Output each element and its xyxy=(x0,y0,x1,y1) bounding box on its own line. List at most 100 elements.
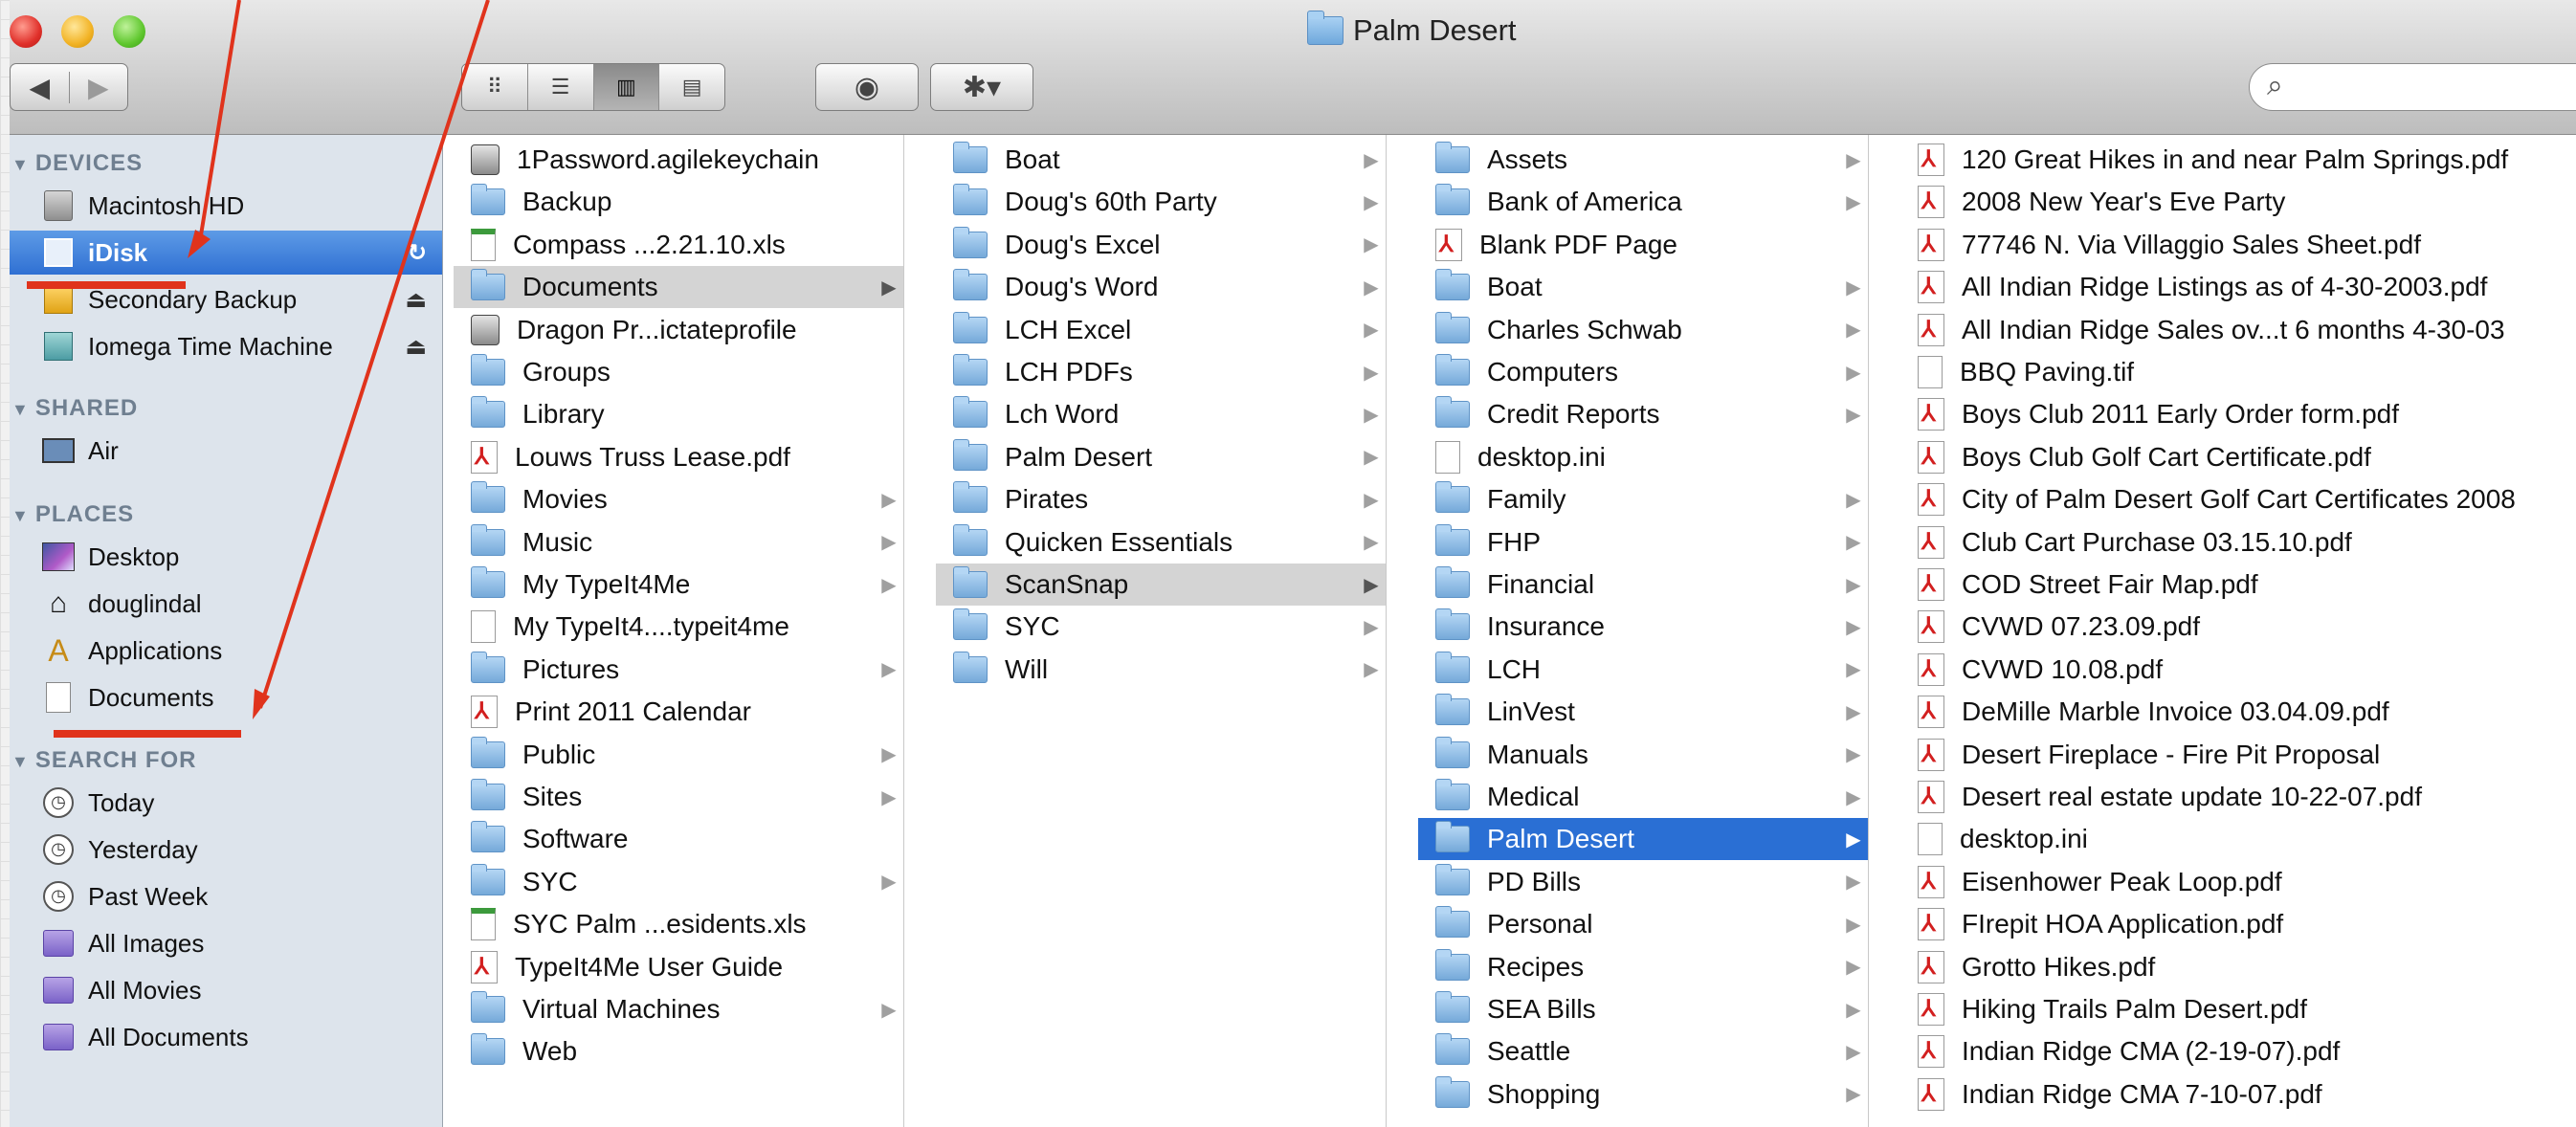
list-item[interactable]: ScanSnap ▶ xyxy=(936,564,1386,606)
list-item[interactable]: LCH ▶ xyxy=(1418,649,1868,691)
list-view-button[interactable]: ☰ xyxy=(526,64,593,110)
list-item[interactable]: Groups xyxy=(454,351,903,393)
list-item[interactable]: Grotto Hikes.pdf xyxy=(1900,946,2576,988)
list-item[interactable]: SYC ▶ xyxy=(936,606,1386,648)
list-item[interactable]: Credit Reports ▶ xyxy=(1418,393,1868,435)
list-item[interactable]: 120 Great Hikes in and near Palm Springs… xyxy=(1900,139,2576,181)
search-field[interactable]: ⌕ xyxy=(2249,63,2576,111)
sidebar-item-douglindal[interactable]: ⌂ douglindal xyxy=(10,582,442,626)
close-window-button[interactable] xyxy=(10,15,42,48)
list-item[interactable]: Doug's Excel ▶ xyxy=(936,224,1386,266)
sidebar-item-air[interactable]: Air xyxy=(10,429,442,473)
list-item[interactable]: LCH Excel ▶ xyxy=(936,309,1386,351)
list-item[interactable]: Pictures ▶ xyxy=(454,649,903,691)
list-item[interactable]: Recipes ▶ xyxy=(1418,946,1868,988)
list-item[interactable]: All Indian Ridge Listings as of 4-30-200… xyxy=(1900,266,2576,308)
list-item[interactable]: Sites ▶ xyxy=(454,776,903,818)
list-item[interactable]: My TypeIt4....typeit4me xyxy=(454,606,903,648)
list-item[interactable]: FIrepit HOA Application.pdf xyxy=(1900,903,2576,945)
list-item[interactable]: BBQ Paving.tif xyxy=(1900,351,2576,393)
list-item[interactable]: Public ▶ xyxy=(454,734,903,776)
sidebar-devices-header[interactable]: ▼ DEVICES xyxy=(11,150,143,177)
eject-icon[interactable]: ⏏ xyxy=(405,333,427,361)
list-item[interactable]: Personal ▶ xyxy=(1418,903,1868,945)
list-item[interactable]: Indian Ridge CMA 7-10-07.pdf xyxy=(1900,1073,2576,1116)
list-item[interactable]: Hiking Trails Palm Desert.pdf xyxy=(1900,988,2576,1030)
list-item[interactable]: Doug's 60th Party ▶ xyxy=(936,181,1386,223)
list-item[interactable]: Pirates ▶ xyxy=(936,478,1386,520)
list-item[interactable]: CVWD 10.08.pdf xyxy=(1900,649,2576,691)
coverflow-view-button[interactable]: ▤ xyxy=(658,64,724,110)
list-item[interactable]: SEA Bills ▶ xyxy=(1418,988,1868,1030)
list-item[interactable]: 77746 N. Via Villaggio Sales Sheet.pdf xyxy=(1900,224,2576,266)
sidebar-item-all-images[interactable]: All Images xyxy=(10,921,442,965)
list-item[interactable]: LinVest ▶ xyxy=(1418,691,1868,733)
sidebar-item-macintosh-hd[interactable]: Macintosh HD xyxy=(10,184,442,228)
quick-look-button[interactable]: ◉ xyxy=(815,63,919,111)
sidebar-item-documents[interactable]: Documents xyxy=(10,675,442,719)
list-item[interactable]: Desert Fireplace - Fire Pit Proposal xyxy=(1900,734,2576,776)
sidebar-search-for-header[interactable]: ▼ SEARCH FOR xyxy=(11,747,197,774)
list-item[interactable]: Movies ▶ xyxy=(454,478,903,520)
zoom-window-button[interactable] xyxy=(113,15,145,48)
list-item[interactable]: Manuals ▶ xyxy=(1418,734,1868,776)
list-item[interactable]: Quicken Essentials ▶ xyxy=(936,521,1386,564)
sync-icon[interactable]: ↻ xyxy=(408,239,427,267)
list-item[interactable]: Computers ▶ xyxy=(1418,351,1868,393)
list-item[interactable]: Virtual Machines ▶ xyxy=(454,988,903,1030)
action-menu-button[interactable]: ✱▾ xyxy=(930,63,1033,111)
list-item[interactable]: Medical ▶ xyxy=(1418,776,1868,818)
list-item[interactable]: Insurance ▶ xyxy=(1418,606,1868,648)
list-item[interactable]: Print 2011 Calendar xyxy=(454,691,903,733)
sidebar-item-applications[interactable]: A Applications xyxy=(10,629,442,673)
list-item[interactable]: desktop.ini xyxy=(1900,818,2576,860)
list-item[interactable]: Boys Club Golf Cart Certificate.pdf xyxy=(1900,436,2576,478)
list-item[interactable]: Shopping ▶ xyxy=(1418,1073,1868,1116)
list-item[interactable]: Boat ▶ xyxy=(936,139,1386,181)
list-item[interactable]: PD Bills ▶ xyxy=(1418,861,1868,903)
list-item[interactable]: All Indian Ridge Sales ov...t 6 months 4… xyxy=(1900,309,2576,351)
sidebar-item-secondary-backup[interactable]: Secondary Backup ⏏ xyxy=(10,277,442,321)
list-item[interactable]: TypeIt4Me User Guide xyxy=(454,946,903,988)
back-button[interactable]: ◀ xyxy=(11,72,69,103)
list-item[interactable]: DeMille Marble Invoice 03.04.09.pdf xyxy=(1900,691,2576,733)
list-item[interactable]: Seattle ▶ xyxy=(1418,1030,1868,1072)
list-item[interactable]: Music ▶ xyxy=(454,521,903,564)
sidebar-item-all-movies[interactable]: All Movies xyxy=(10,968,442,1012)
list-item[interactable]: Dragon Pr...ictateprofile xyxy=(454,309,903,351)
sidebar-places-header[interactable]: ▼ PLACES xyxy=(11,501,134,528)
list-item[interactable]: Louws Truss Lease.pdf xyxy=(454,436,903,478)
list-item[interactable]: Eisenhower Peak Loop.pdf xyxy=(1900,861,2576,903)
list-item[interactable]: Family ▶ xyxy=(1418,478,1868,520)
sidebar-item-past-week[interactable]: ◷ Past Week xyxy=(10,874,442,918)
sidebar-item-desktop[interactable]: Desktop xyxy=(10,535,442,579)
sidebar-item-today[interactable]: ◷ Today xyxy=(10,781,442,825)
list-item[interactable]: 2008 New Year's Eve Party xyxy=(1900,181,2576,223)
forward-button[interactable]: ▶ xyxy=(68,71,128,103)
list-item[interactable]: Doug's Word ▶ xyxy=(936,266,1386,308)
sidebar-item-idisk[interactable]: iDisk ↻ xyxy=(10,231,442,275)
list-item[interactable]: Club Cart Purchase 03.15.10.pdf xyxy=(1900,521,2576,564)
list-item[interactable]: Compass ...2.21.10.xls xyxy=(454,224,903,266)
list-item[interactable]: Palm Desert ▶ xyxy=(936,436,1386,478)
list-item[interactable]: Documents ▶ xyxy=(454,266,903,309)
search-input[interactable] xyxy=(2309,70,2576,106)
list-item[interactable]: desktop.ini xyxy=(1418,436,1868,478)
column-view-button[interactable]: ▥ xyxy=(592,64,659,110)
list-item[interactable]: Backup xyxy=(454,181,903,223)
list-item[interactable]: Desert real estate update 10-22-07.pdf xyxy=(1900,776,2576,818)
minimize-window-button[interactable] xyxy=(61,15,94,48)
list-item[interactable]: LCH PDFs ▶ xyxy=(936,351,1386,393)
list-item[interactable]: CVWD 07.23.09.pdf xyxy=(1900,606,2576,648)
list-item[interactable]: Software xyxy=(454,818,903,860)
eject-icon[interactable]: ⏏ xyxy=(405,286,427,314)
list-item[interactable]: Financial ▶ xyxy=(1418,564,1868,606)
sidebar-item-all-documents[interactable]: All Documents xyxy=(10,1015,442,1059)
list-item[interactable]: Lch Word ▶ xyxy=(936,393,1386,435)
list-item[interactable]: Boat ▶ xyxy=(1418,266,1868,308)
list-item[interactable]: COD Street Fair Map.pdf xyxy=(1900,564,2576,606)
sidebar-item-yesterday[interactable]: ◷ Yesterday xyxy=(10,828,442,872)
list-item[interactable]: SYC ▶ xyxy=(454,861,903,903)
sidebar-shared-header[interactable]: ▼ SHARED xyxy=(11,395,138,422)
list-item[interactable]: SYC Palm ...esidents.xls xyxy=(454,903,903,945)
